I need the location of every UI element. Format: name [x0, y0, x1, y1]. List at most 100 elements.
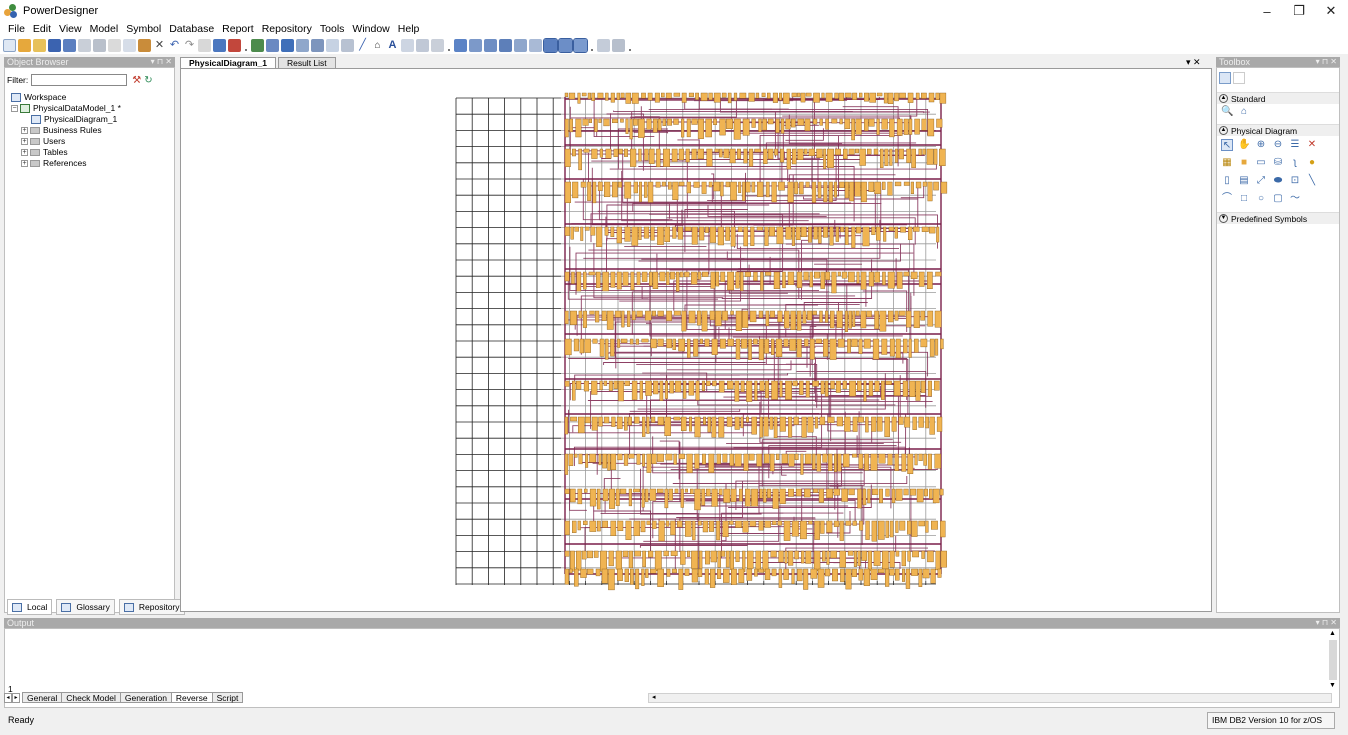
table-symbol[interactable] — [812, 310, 817, 315]
table-symbol[interactable] — [782, 271, 786, 289]
table-symbol[interactable] — [819, 416, 826, 425]
table-symbol[interactable] — [805, 380, 810, 398]
table-symbol[interactable] — [579, 338, 584, 354]
table-symbol[interactable] — [911, 148, 917, 168]
table-symbol[interactable] — [837, 271, 841, 277]
table-symbol[interactable] — [659, 271, 666, 282]
table-symbol[interactable] — [726, 118, 733, 130]
table-symbol[interactable] — [630, 568, 634, 585]
table-symbol[interactable] — [915, 380, 921, 401]
table-symbol[interactable] — [592, 181, 597, 204]
print-preview-icon[interactable] — [78, 38, 91, 52]
table-symbol[interactable] — [837, 338, 845, 348]
table-symbol[interactable] — [925, 520, 929, 533]
table-symbol[interactable] — [564, 568, 569, 585]
table-symbol[interactable] — [825, 118, 829, 130]
package-tool-icon[interactable]: ▯ — [1221, 175, 1233, 187]
table-symbol[interactable] — [725, 181, 731, 188]
text-font-icon[interactable]: A — [386, 38, 399, 52]
table-symbol[interactable] — [905, 568, 911, 589]
table-symbol[interactable] — [907, 550, 911, 562]
table-symbol[interactable] — [788, 453, 795, 467]
table-symbol[interactable] — [577, 520, 581, 531]
table-symbol[interactable] — [881, 118, 888, 130]
table-symbol[interactable] — [698, 568, 703, 578]
table-symbol[interactable] — [668, 488, 673, 501]
table-symbol[interactable] — [701, 310, 708, 332]
table-symbol[interactable] — [717, 568, 722, 579]
table-symbol[interactable] — [636, 453, 641, 465]
output-tab-check-model[interactable]: Check Model — [61, 692, 121, 703]
table-symbol[interactable] — [920, 338, 928, 348]
reverse-engineer-icon[interactable] — [266, 38, 279, 52]
expand-icon[interactable]: + — [21, 149, 28, 156]
table-symbol[interactable] — [580, 181, 587, 188]
table-symbol[interactable] — [649, 271, 653, 286]
table-symbol[interactable] — [833, 520, 840, 527]
table-symbol[interactable] — [803, 271, 809, 281]
table-symbol[interactable] — [755, 550, 761, 572]
table-symbol[interactable] — [936, 226, 940, 243]
table-symbol[interactable] — [914, 338, 919, 353]
table-symbol[interactable] — [745, 488, 751, 507]
table-symbol[interactable] — [783, 338, 789, 347]
table-symbol[interactable] — [700, 92, 708, 101]
table-symbol[interactable] — [617, 520, 624, 532]
table-symbol[interactable] — [628, 453, 635, 459]
table-symbol[interactable] — [903, 338, 908, 354]
table-symbol[interactable] — [906, 310, 912, 328]
storage-tool-icon[interactable]: ⛁ — [1272, 157, 1284, 169]
table-symbol[interactable] — [686, 181, 691, 194]
table-symbol[interactable] — [821, 92, 825, 99]
table-symbol[interactable] — [807, 310, 813, 321]
table-symbol[interactable] — [673, 310, 681, 316]
table-symbol[interactable] — [570, 226, 574, 240]
table-symbol[interactable] — [644, 181, 648, 198]
table-symbol[interactable] — [826, 520, 833, 533]
table-symbol[interactable] — [911, 520, 918, 537]
table-symbol[interactable] — [694, 416, 701, 438]
table-symbol[interactable] — [583, 148, 590, 153]
table-symbol[interactable] — [583, 271, 587, 290]
table-symbol[interactable] — [633, 488, 640, 493]
table-symbol[interactable] — [638, 118, 645, 138]
table-symbol[interactable] — [764, 453, 770, 464]
table-symbol[interactable] — [915, 181, 922, 189]
table-symbol[interactable] — [894, 453, 899, 471]
table-symbol[interactable] — [597, 520, 601, 532]
table-symbol[interactable] — [596, 226, 603, 247]
menu-tools[interactable]: Tools — [316, 23, 349, 35]
table-symbol[interactable] — [641, 568, 645, 586]
table-symbol[interactable] — [784, 310, 790, 329]
menu-edit[interactable]: Edit — [29, 23, 55, 35]
table-symbol[interactable] — [791, 226, 795, 246]
table-symbol[interactable] — [589, 453, 597, 463]
table-symbol[interactable] — [628, 488, 632, 507]
table-symbol[interactable] — [813, 226, 818, 240]
table-symbol[interactable] — [885, 568, 890, 587]
table-symbol[interactable] — [624, 416, 628, 431]
table-symbol[interactable] — [746, 416, 750, 423]
table-symbol[interactable] — [839, 118, 843, 125]
table-symbol[interactable] — [871, 226, 876, 235]
table-symbol[interactable] — [624, 148, 629, 157]
table-symbol[interactable] — [699, 550, 703, 569]
table-symbol[interactable] — [715, 271, 720, 287]
table-symbol[interactable] — [645, 380, 652, 396]
menu-view[interactable]: View — [55, 23, 86, 35]
table-symbol[interactable] — [588, 118, 593, 123]
table-symbol[interactable] — [793, 416, 799, 425]
table-symbol[interactable] — [593, 550, 599, 558]
table-symbol[interactable] — [835, 380, 841, 393]
table-symbol[interactable] — [618, 380, 624, 402]
table-symbol[interactable] — [922, 181, 928, 187]
table-symbol[interactable] — [812, 118, 818, 125]
table-symbol[interactable] — [740, 416, 744, 429]
zoom-out-icon[interactable] — [469, 38, 482, 52]
table-symbol[interactable] — [784, 550, 788, 564]
table-symbol[interactable] — [848, 310, 852, 329]
table-symbol[interactable] — [851, 338, 858, 347]
table-symbol[interactable] — [882, 181, 886, 190]
arrange-icon[interactable] — [431, 38, 444, 52]
table-symbol[interactable] — [734, 416, 740, 430]
